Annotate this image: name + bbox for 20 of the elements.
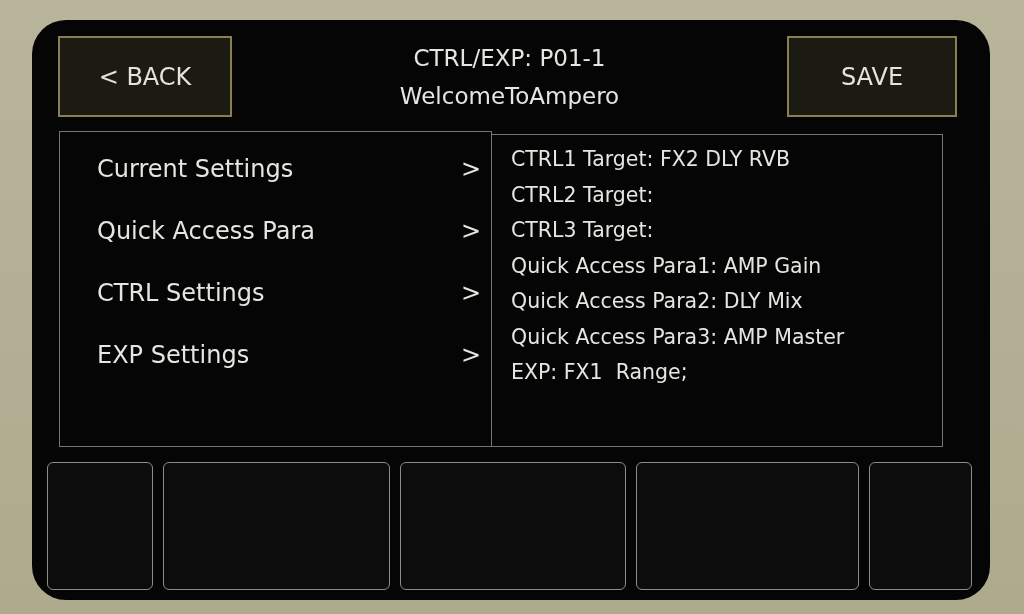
summary-line: CTRL2 Target: (511, 181, 654, 209)
screen-title: CTRL/EXP: P01-1 (413, 43, 606, 73)
back-button[interactable]: < BACK (58, 36, 232, 117)
summary-line: Quick Access Para1: AMP Gain (511, 252, 822, 280)
save-button[interactable]: SAVE (787, 36, 957, 117)
summary-line: Quick Access Para2: DLY Mix (511, 288, 803, 315)
soft-key-button[interactable] (47, 462, 153, 590)
soft-key-button[interactable] (400, 462, 626, 590)
summary-line: Quick Access Para3: AMP Master (511, 323, 845, 351)
summary-line: CTRL3 Target: (511, 217, 654, 244)
soft-key-button[interactable] (636, 462, 859, 590)
soft-key-button[interactable] (163, 462, 390, 590)
menu-item[interactable]: Current Settings > (60, 138, 491, 200)
summary-line: EXP: FX1 Range; (511, 359, 688, 386)
preset-name: WelcomeToAmpero (399, 81, 620, 111)
summary-line: CTRL1 Target: FX2 DLY RVB (511, 146, 791, 173)
soft-key-button[interactable] (869, 462, 972, 590)
menu-item[interactable]: CTRL Settings > (60, 262, 491, 324)
menu-item[interactable]: Quick Access Para > (60, 200, 491, 262)
menu-item[interactable]: EXP Settings > (60, 324, 491, 386)
